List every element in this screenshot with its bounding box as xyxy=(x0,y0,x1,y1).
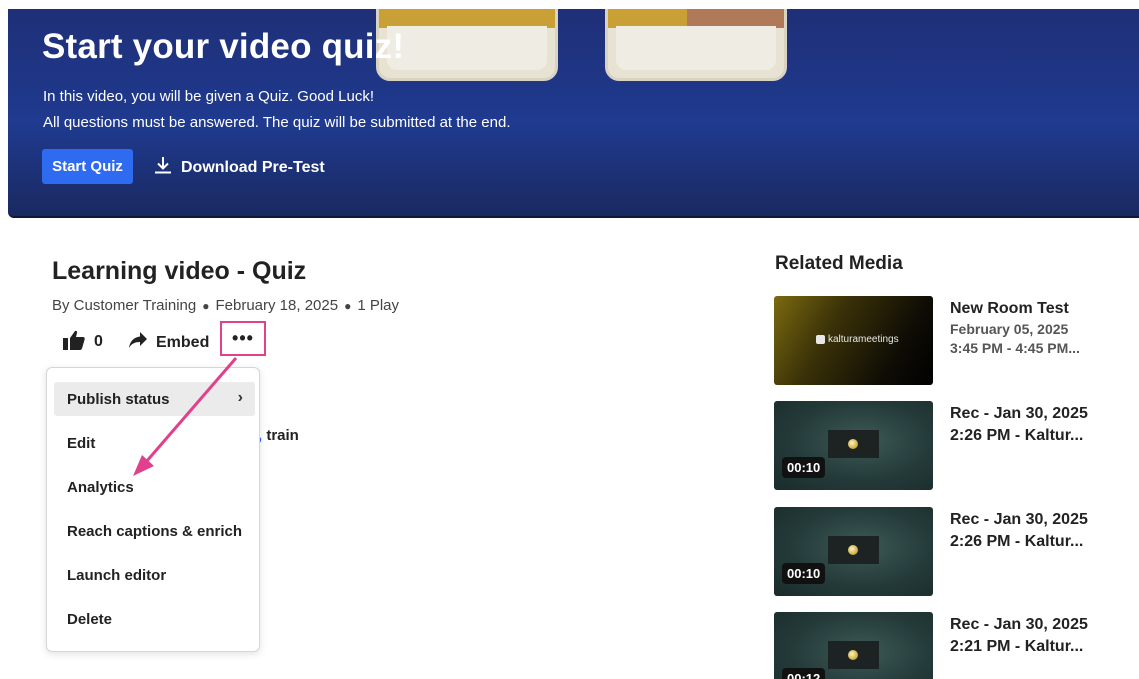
embed-label: Embed xyxy=(156,333,210,351)
menu-item-label: Analytics xyxy=(67,478,134,496)
menu-item-analytics[interactable]: Analytics xyxy=(54,470,255,504)
menu-item-label: Edit xyxy=(67,434,96,452)
menu-item-launch-editor[interactable]: Launch editor xyxy=(54,558,255,592)
hero-image-right xyxy=(605,9,787,81)
kaltura-meetings-logo: kalturameetings xyxy=(816,334,899,345)
menu-item-label: Delete xyxy=(67,610,113,628)
related-item[interactable]: 00:10 Rec - Jan 30, 2025 2:26 PM - Kaltu… xyxy=(774,507,1139,597)
menu-item-label: Reach captions & enrich xyxy=(67,522,243,540)
hero-description-line-1: In this video, you will be given a Quiz.… xyxy=(43,88,375,105)
hero-description-line-2: All questions must be answered. The quiz… xyxy=(43,114,511,131)
start-quiz-button[interactable]: Start Quiz xyxy=(42,149,133,184)
menu-item-label: Launch editor xyxy=(67,566,167,584)
download-pretest-button[interactable]: Download Pre-Test xyxy=(153,155,325,180)
related-subtitle: February 05, 2025 3:45 PM - 4:45 PM... xyxy=(950,321,1080,356)
related-thumbnail[interactable]: 00:10 xyxy=(774,507,933,596)
related-thumbnail[interactable]: 00:12 xyxy=(774,612,933,679)
tag-train[interactable]: train xyxy=(266,427,299,444)
menu-item-publish-status[interactable]: Publish status › xyxy=(54,382,255,416)
media-meta: By Customer Training ● February 18, 2025… xyxy=(52,297,399,314)
related-thumbnail[interactable]: 00:10 xyxy=(774,401,933,490)
recording-screen-graphic xyxy=(828,430,879,458)
related-title[interactable]: New Room Test xyxy=(950,298,1110,320)
like-button[interactable]: 0 xyxy=(62,329,103,356)
embed-button[interactable]: Embed xyxy=(128,331,209,354)
media-actions: 0 Embed xyxy=(62,328,209,356)
media-title: Learning video - Quiz xyxy=(52,257,307,285)
download-label: Download Pre-Test xyxy=(181,158,325,176)
menu-item-delete[interactable]: Delete xyxy=(54,602,255,636)
related-title[interactable]: Rec - Jan 30, 2025 2:26 PM - Kaltur... xyxy=(950,509,1110,553)
recording-screen-graphic xyxy=(828,641,879,669)
more-actions-menu: Publish status › Edit Analytics Reach ca… xyxy=(46,367,260,652)
related-thumbnail[interactable]: kalturameetings xyxy=(774,296,933,385)
quiz-hero-banner: Start your video quiz! In this video, yo… xyxy=(8,9,1139,218)
related-media-heading: Related Media xyxy=(775,253,903,274)
share-arrow-icon xyxy=(128,331,148,354)
related-item[interactable]: 00:12 Rec - Jan 30, 2025 2:21 PM - Kaltu… xyxy=(774,612,1139,679)
menu-item-label: Publish status xyxy=(67,390,170,408)
hero-title: Start your video quiz! xyxy=(42,27,405,66)
recording-screen-graphic xyxy=(828,536,879,564)
related-item[interactable]: 00:10 Rec - Jan 30, 2025 2:26 PM - Kaltu… xyxy=(774,401,1139,491)
menu-item-reach-captions[interactable]: Reach captions & enrich xyxy=(54,514,255,548)
more-actions-button[interactable]: ••• xyxy=(220,321,266,356)
separator-dot: ● xyxy=(344,298,352,313)
media-date: February 18, 2025 xyxy=(215,297,339,314)
duration-badge: 00:10 xyxy=(782,563,826,584)
related-title[interactable]: Rec - Jan 30, 2025 2:26 PM - Kaltur... xyxy=(950,403,1110,447)
separator-dot: ● xyxy=(202,298,210,313)
duration-badge: 00:10 xyxy=(782,457,826,478)
like-count: 0 xyxy=(94,333,103,350)
download-icon xyxy=(153,155,173,180)
related-title[interactable]: Rec - Jan 30, 2025 2:21 PM - Kaltur... xyxy=(950,614,1110,658)
chevron-right-icon: › xyxy=(237,389,243,406)
tags-partial: , train xyxy=(258,427,299,444)
thumbs-up-icon xyxy=(62,329,86,356)
duration-badge: 00:12 xyxy=(782,668,826,679)
media-author[interactable]: By Customer Training xyxy=(52,297,196,314)
media-plays: 1 Play xyxy=(357,297,400,314)
related-item[interactable]: kalturameetings New Room Test February 0… xyxy=(774,296,1139,386)
menu-item-edit[interactable]: Edit xyxy=(54,426,255,460)
